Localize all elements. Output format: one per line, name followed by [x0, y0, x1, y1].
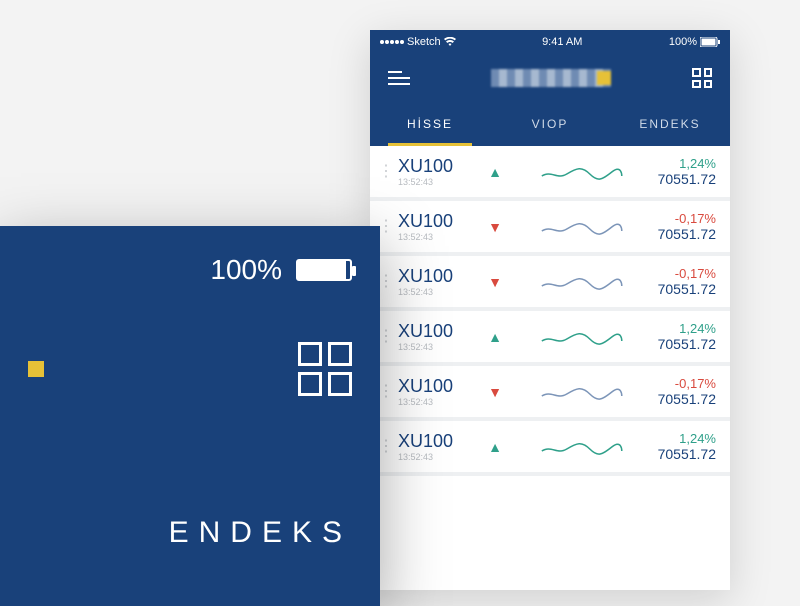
- symbol-name: XU100: [398, 156, 474, 177]
- symbol-time: 13:52:43: [398, 342, 474, 352]
- trend-down-icon: ▼: [484, 384, 506, 400]
- percent-change: -0,17%: [658, 376, 716, 391]
- index-value: 70551.72: [658, 446, 716, 462]
- sparkline-icon: [516, 160, 648, 184]
- battery-icon: [700, 37, 720, 47]
- percent-change: 1,24%: [658, 431, 716, 446]
- sparkline-icon: [516, 435, 648, 459]
- index-value: 70551.72: [658, 226, 716, 242]
- nav-bar: [370, 54, 730, 102]
- trend-down-icon: ▼: [484, 274, 506, 290]
- index-value: 70551.72: [658, 336, 716, 352]
- symbol-name: XU100: [398, 376, 474, 397]
- sparkline-icon: [516, 270, 648, 294]
- tab-viop[interactable]: VIOP: [490, 102, 610, 146]
- clock-label: 9:41 AM: [542, 36, 582, 48]
- trend-up-icon: ▲: [484, 164, 506, 180]
- tab-hisse[interactable]: HİSSE: [370, 102, 490, 146]
- zoom-accent-square: [28, 361, 44, 377]
- symbol-name: XU100: [398, 266, 474, 287]
- wifi-icon: [444, 37, 456, 47]
- app-logo: [491, 69, 611, 87]
- index-value: 70551.72: [658, 391, 716, 407]
- symbol-time: 13:52:43: [398, 452, 474, 462]
- percent-change: 1,24%: [658, 156, 716, 171]
- list-item[interactable]: ⋮ XU100 13:52:43 ▼ -0,17% 70551.72: [370, 256, 730, 311]
- tab-endeks[interactable]: ENDEKS: [610, 102, 730, 146]
- list-item[interactable]: ⋮ XU100 13:52:43 ▲ 1,24% 70551.72: [370, 421, 730, 476]
- trend-down-icon: ▼: [484, 219, 506, 235]
- grid-view-icon[interactable]: [692, 68, 712, 88]
- signal-dots-icon: [380, 40, 404, 44]
- zoom-tab-label: ENDEKS: [28, 516, 352, 550]
- index-value: 70551.72: [658, 281, 716, 297]
- symbol-time: 13:52:43: [398, 177, 474, 187]
- list-item[interactable]: ⋮ XU100 13:52:43 ▲ 1,24% 70551.72: [370, 311, 730, 366]
- zoom-grid-icon[interactable]: [298, 342, 352, 396]
- list-item[interactable]: ⋮ XU100 13:52:43 ▼ -0,17% 70551.72: [370, 201, 730, 256]
- trend-up-icon: ▲: [484, 439, 506, 455]
- symbol-time: 13:52:43: [398, 397, 474, 407]
- drag-handle-icon[interactable]: ⋮: [378, 170, 388, 174]
- index-value: 70551.72: [658, 171, 716, 187]
- symbol-name: XU100: [398, 321, 474, 342]
- sparkline-icon: [516, 325, 648, 349]
- status-bar: Sketch 9:41 AM 100%: [370, 30, 730, 54]
- zoom-battery-icon: [296, 259, 352, 281]
- symbol-time: 13:52:43: [398, 232, 474, 242]
- list-item[interactable]: ⋮ XU100 13:52:43 ▼ -0,17% 70551.72: [370, 366, 730, 421]
- percent-change: -0,17%: [658, 266, 716, 281]
- menu-icon[interactable]: [388, 71, 410, 85]
- symbol-time: 13:52:43: [398, 287, 474, 297]
- trend-up-icon: ▲: [484, 329, 506, 345]
- percent-change: -0,17%: [658, 211, 716, 226]
- carrier-label: Sketch: [407, 36, 441, 48]
- symbol-list: ⋮ XU100 13:52:43 ▲ 1,24% 70551.72 ⋮ XU10…: [370, 146, 730, 476]
- sparkline-icon: [516, 215, 648, 239]
- zoom-panel: 100% ENDEKS: [0, 226, 380, 606]
- tab-bar: HİSSE VIOP ENDEKS: [370, 102, 730, 146]
- symbol-name: XU100: [398, 211, 474, 232]
- symbol-name: XU100: [398, 431, 474, 452]
- phone-frame: Sketch 9:41 AM 100% HİSSE VIOP ENDEKS ⋮ …: [370, 30, 730, 590]
- percent-change: 1,24%: [658, 321, 716, 336]
- list-item[interactable]: ⋮ XU100 13:52:43 ▲ 1,24% 70551.72: [370, 146, 730, 201]
- battery-label: 100%: [669, 36, 697, 48]
- zoom-battery-label: 100%: [210, 254, 282, 286]
- sparkline-icon: [516, 380, 648, 404]
